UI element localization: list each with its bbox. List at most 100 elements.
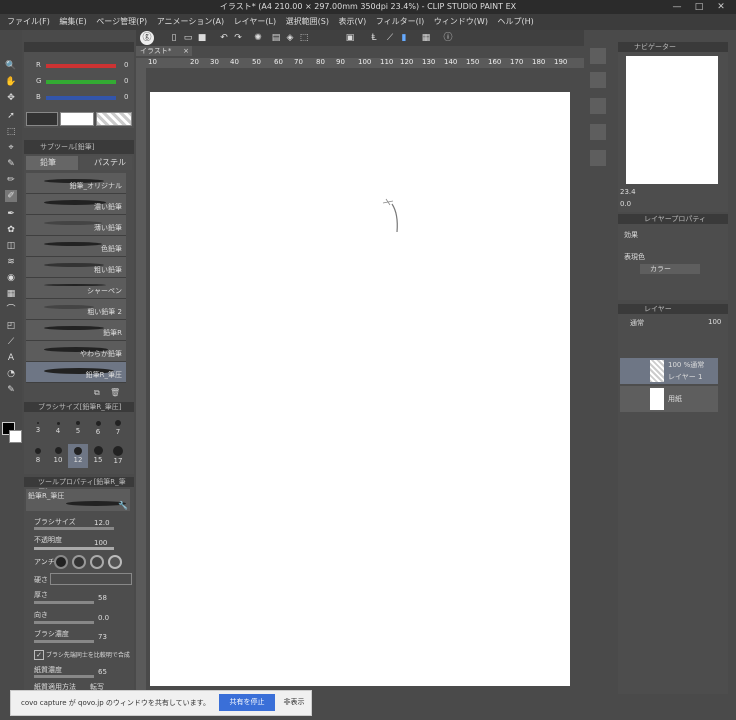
eraser-tool-icon[interactable]: ◫ <box>5 240 17 252</box>
size-cell[interactable]: 17 <box>108 444 128 468</box>
brush-item[interactable]: 薄い鉛筆 <box>26 215 126 236</box>
size-cell[interactable]: 7 <box>108 416 128 440</box>
prop-value[interactable]: 58 <box>98 594 107 602</box>
size-cell[interactable]: 3 <box>28 416 48 440</box>
size-cell[interactable]: 5 <box>68 416 88 440</box>
canvas-paper[interactable] <box>150 92 570 686</box>
brush-item[interactable]: 鉛筆_オリジナル <box>26 173 126 194</box>
brush-density-slider[interactable] <box>34 640 94 643</box>
brush-tool-icon[interactable]: ✐ <box>5 190 17 202</box>
size-cell[interactable]: 4 <box>48 416 68 440</box>
opacity-slider[interactable] <box>34 547 114 550</box>
canvas-tab-close-icon[interactable]: × <box>183 46 189 56</box>
menu-animation[interactable]: アニメーション(A) <box>157 17 224 26</box>
menu-page[interactable]: ページ管理(P) <box>96 17 147 26</box>
brush-item[interactable]: 粗い鉛筆 2 <box>26 299 126 320</box>
transform-icon[interactable]: ⬚ <box>298 32 310 44</box>
open-file-icon[interactable]: ▭ <box>182 32 194 44</box>
pen-tool-icon[interactable]: ✎ <box>5 158 17 170</box>
info-icon[interactable]: ⓘ <box>442 32 454 44</box>
wrench-icon[interactable]: 🔧 <box>118 501 128 511</box>
menu-file[interactable]: ファイル(F) <box>7 17 50 26</box>
expression-color-select[interactable]: カラー <box>640 264 700 274</box>
hardness-selector[interactable] <box>50 573 132 585</box>
gradient-tool-icon[interactable]: ▦ <box>5 288 17 300</box>
move-tool-icon[interactable]: ✥ <box>5 92 17 104</box>
brush-item[interactable]: 粗い鉛筆 <box>26 257 126 278</box>
menu-selection[interactable]: 選択範囲(S) <box>286 17 329 26</box>
show-area-icon[interactable]: ▣ <box>344 32 356 44</box>
snap-special-icon[interactable]: ⟋ <box>384 32 396 44</box>
size-cell[interactable]: 15 <box>88 444 108 468</box>
thickness-slider[interactable] <box>34 601 94 604</box>
antialias-selector[interactable] <box>54 555 132 569</box>
direction-slider[interactable] <box>34 621 94 624</box>
snap-grid-icon[interactable]: ▮ <box>398 32 410 44</box>
ruler-tool-icon[interactable]: ⟋ <box>5 336 17 348</box>
redo-icon[interactable]: ↷ <box>232 32 244 44</box>
brush-item[interactable]: やわらか鉛筆 <box>26 341 126 362</box>
app-icon[interactable]: ⓖ <box>140 31 154 45</box>
menu-filter[interactable]: フィルター(I) <box>376 17 424 26</box>
size-cell[interactable]: 8 <box>28 444 48 468</box>
dock-icon-5[interactable] <box>590 150 606 166</box>
decoration-tool-icon[interactable]: ✿ <box>5 224 17 236</box>
transparent-color-box[interactable] <box>96 112 132 126</box>
texture-density-slider[interactable] <box>34 675 94 678</box>
blend-mode-select[interactable]: 通常 <box>630 318 644 328</box>
green-slider[interactable] <box>46 80 116 84</box>
tab-pastel[interactable]: パステル <box>80 156 132 170</box>
brush-item-selected[interactable]: 鉛筆R_筆圧 <box>26 362 126 383</box>
brush-size-slider[interactable] <box>34 527 114 530</box>
snap-ruler-icon[interactable]: Ⱡ <box>368 32 380 44</box>
dock-icon-1[interactable] <box>590 48 606 64</box>
angle-value[interactable]: 0.0 <box>620 200 631 208</box>
prop-value[interactable]: 12.0 <box>94 519 110 527</box>
airbrush-tool-icon[interactable]: ✒ <box>5 208 17 220</box>
text-tool-icon[interactable]: A <box>5 352 17 364</box>
blend-checkbox[interactable]: ✓ <box>34 650 44 660</box>
dock-icon-2[interactable] <box>590 72 606 88</box>
stop-sharing-button[interactable]: 共有を停止 <box>219 694 275 711</box>
zoom-tool-icon[interactable]: 🔍 <box>5 60 17 72</box>
hand-tool-icon[interactable]: ✋ <box>5 76 17 88</box>
pencil-tool-icon[interactable]: ✏ <box>5 174 17 186</box>
texture-density-value[interactable]: 65 <box>98 668 107 676</box>
brush-item[interactable]: 色鉛筆 <box>26 236 126 257</box>
brush-item[interactable]: 鉛筆R <box>26 320 126 341</box>
layer-row[interactable]: 100 %通常 レイヤー 1 <box>620 358 718 384</box>
maximize-button[interactable]: □ <box>688 0 710 14</box>
red-slider[interactable] <box>46 64 116 68</box>
correct-line-tool-icon[interactable]: ✎ <box>5 384 17 396</box>
layer-opacity-value[interactable]: 100 <box>708 318 721 326</box>
delete-subtool-icon[interactable]: 🗑 <box>110 388 120 398</box>
navigator-preview[interactable] <box>626 56 718 184</box>
operation-tool-icon[interactable]: ➚ <box>5 110 17 122</box>
loading-icon[interactable]: ✺ <box>252 32 264 44</box>
size-cell-selected[interactable]: 12 <box>68 444 88 468</box>
brush-item[interactable]: シャーペン <box>26 278 126 299</box>
fill-icon[interactable]: ◈ <box>284 32 296 44</box>
menu-window[interactable]: ウィンドウ(W) <box>434 17 488 26</box>
canvas-tab[interactable]: イラスト* × <box>136 46 192 56</box>
layer-row[interactable]: 用紙 <box>620 386 718 412</box>
sub-color-swatch[interactable] <box>9 430 22 443</box>
balloon-tool-icon[interactable]: ◔ <box>5 368 17 380</box>
layout-icon[interactable]: ▦ <box>420 32 432 44</box>
close-button[interactable]: ✕ <box>710 0 732 14</box>
save-icon[interactable]: ■ <box>196 32 208 44</box>
hide-button[interactable]: 非表示 <box>281 694 307 711</box>
undo-icon[interactable]: ↶ <box>218 32 230 44</box>
minimize-button[interactable]: — <box>666 0 688 14</box>
size-cell[interactable]: 10 <box>48 444 68 468</box>
selection-tool-icon[interactable]: ⬚ <box>5 126 17 138</box>
blue-slider[interactable] <box>46 96 116 100</box>
new-file-icon[interactable]: ▯ <box>168 32 180 44</box>
eyedropper-tool-icon[interactable]: ⌖ <box>5 142 17 154</box>
zoom-value[interactable]: 23.4 <box>620 188 636 196</box>
figure-tool-icon[interactable]: ⌒ <box>5 304 17 316</box>
brush-item[interactable]: 濃い鉛筆 <box>26 194 126 215</box>
prop-value[interactable]: 0.0 <box>98 614 109 622</box>
prop-value[interactable]: 100 <box>94 539 107 547</box>
size-cell[interactable]: 6 <box>88 416 108 440</box>
